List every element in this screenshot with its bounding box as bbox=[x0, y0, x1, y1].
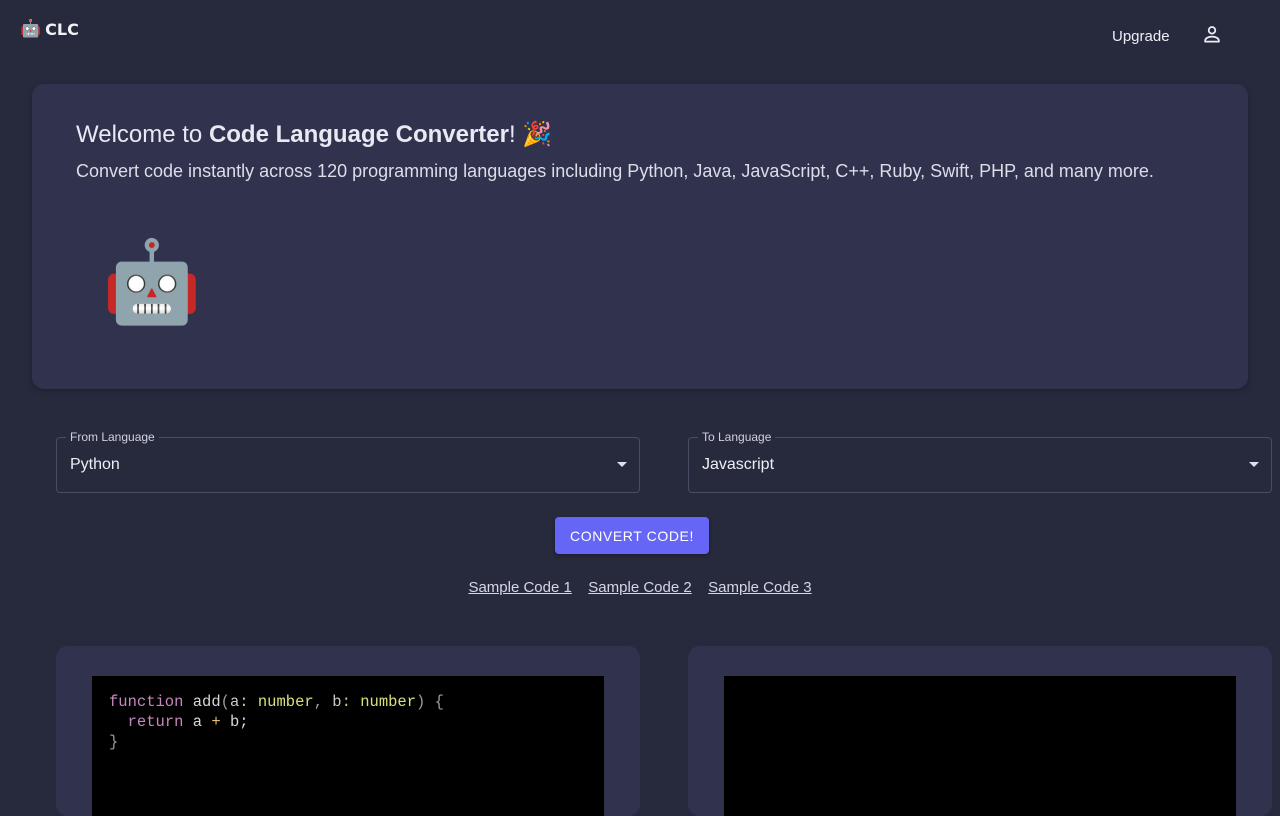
code-token: add bbox=[183, 693, 221, 711]
robot-illustration: 🤖 bbox=[102, 235, 202, 328]
title-app-name: Code Language Converter bbox=[208, 121, 509, 148]
sample-code-1-link[interactable]: Sample Code 1 bbox=[468, 579, 571, 596]
welcome-subtitle: Convert code instantly across 120 progra… bbox=[76, 161, 1154, 181]
code-token: a bbox=[183, 713, 212, 731]
from-language-label: From Language bbox=[66, 429, 159, 445]
code-token: b; bbox=[220, 713, 249, 731]
brand-name: CLC bbox=[45, 19, 79, 39]
from-language-value: Python bbox=[70, 456, 120, 473]
to-language-value: Javascript bbox=[702, 456, 775, 473]
code-token: b bbox=[332, 693, 342, 711]
output-code-panel bbox=[688, 646, 1272, 816]
title-prefix: Welcome to bbox=[76, 121, 209, 148]
dropdown-arrow-icon bbox=[1249, 462, 1259, 467]
robot-icon: 🤖 bbox=[20, 19, 42, 39]
code-token: ) { bbox=[416, 693, 444, 711]
user-icon bbox=[1204, 26, 1220, 43]
code-token: } bbox=[109, 733, 119, 751]
brand-logo[interactable]: 🤖 CLC bbox=[20, 19, 79, 39]
title-suffix: ! 🎉 bbox=[508, 121, 553, 148]
sample-code-links: Sample Code 1 Sample Code 2 Sample Code … bbox=[0, 579, 1280, 597]
sample-code-3-link[interactable]: Sample Code 3 bbox=[708, 579, 811, 596]
output-code-editor[interactable] bbox=[724, 676, 1236, 816]
code-token: function bbox=[109, 693, 184, 711]
sample-code-2-link[interactable]: Sample Code 2 bbox=[588, 579, 691, 596]
to-language-label: To Language bbox=[698, 429, 776, 445]
welcome-card: Welcome to Code Language Converter! 🎉 Co… bbox=[32, 84, 1248, 389]
upgrade-button[interactable]: Upgrade bbox=[1098, 24, 1184, 49]
dropdown-arrow-icon bbox=[617, 462, 627, 467]
code-token: return bbox=[127, 713, 184, 731]
code-token: : bbox=[341, 693, 361, 711]
account-button[interactable] bbox=[1196, 18, 1228, 50]
input-code-panel: function add(a: number, b: number) { ret… bbox=[56, 646, 640, 816]
from-language-select[interactable]: From Language Python bbox=[56, 429, 640, 493]
code-token: number bbox=[360, 693, 417, 711]
code-token: a bbox=[229, 693, 240, 711]
to-language-select[interactable]: To Language Javascript bbox=[688, 429, 1272, 493]
code-token: number bbox=[257, 693, 314, 711]
convert-code-button[interactable]: CONVERT CODE! bbox=[555, 517, 709, 554]
code-token: , bbox=[313, 693, 333, 711]
input-code-editor[interactable]: function add(a: number, b: number) { ret… bbox=[92, 676, 604, 816]
welcome-title: Welcome to Code Language Converter! 🎉 bbox=[76, 120, 552, 149]
code-token: ( bbox=[220, 693, 230, 711]
top-app-bar: 🤖 CLC Upgrade bbox=[0, 0, 1280, 64]
code-token: : bbox=[239, 693, 258, 711]
code-token: + bbox=[211, 713, 221, 731]
